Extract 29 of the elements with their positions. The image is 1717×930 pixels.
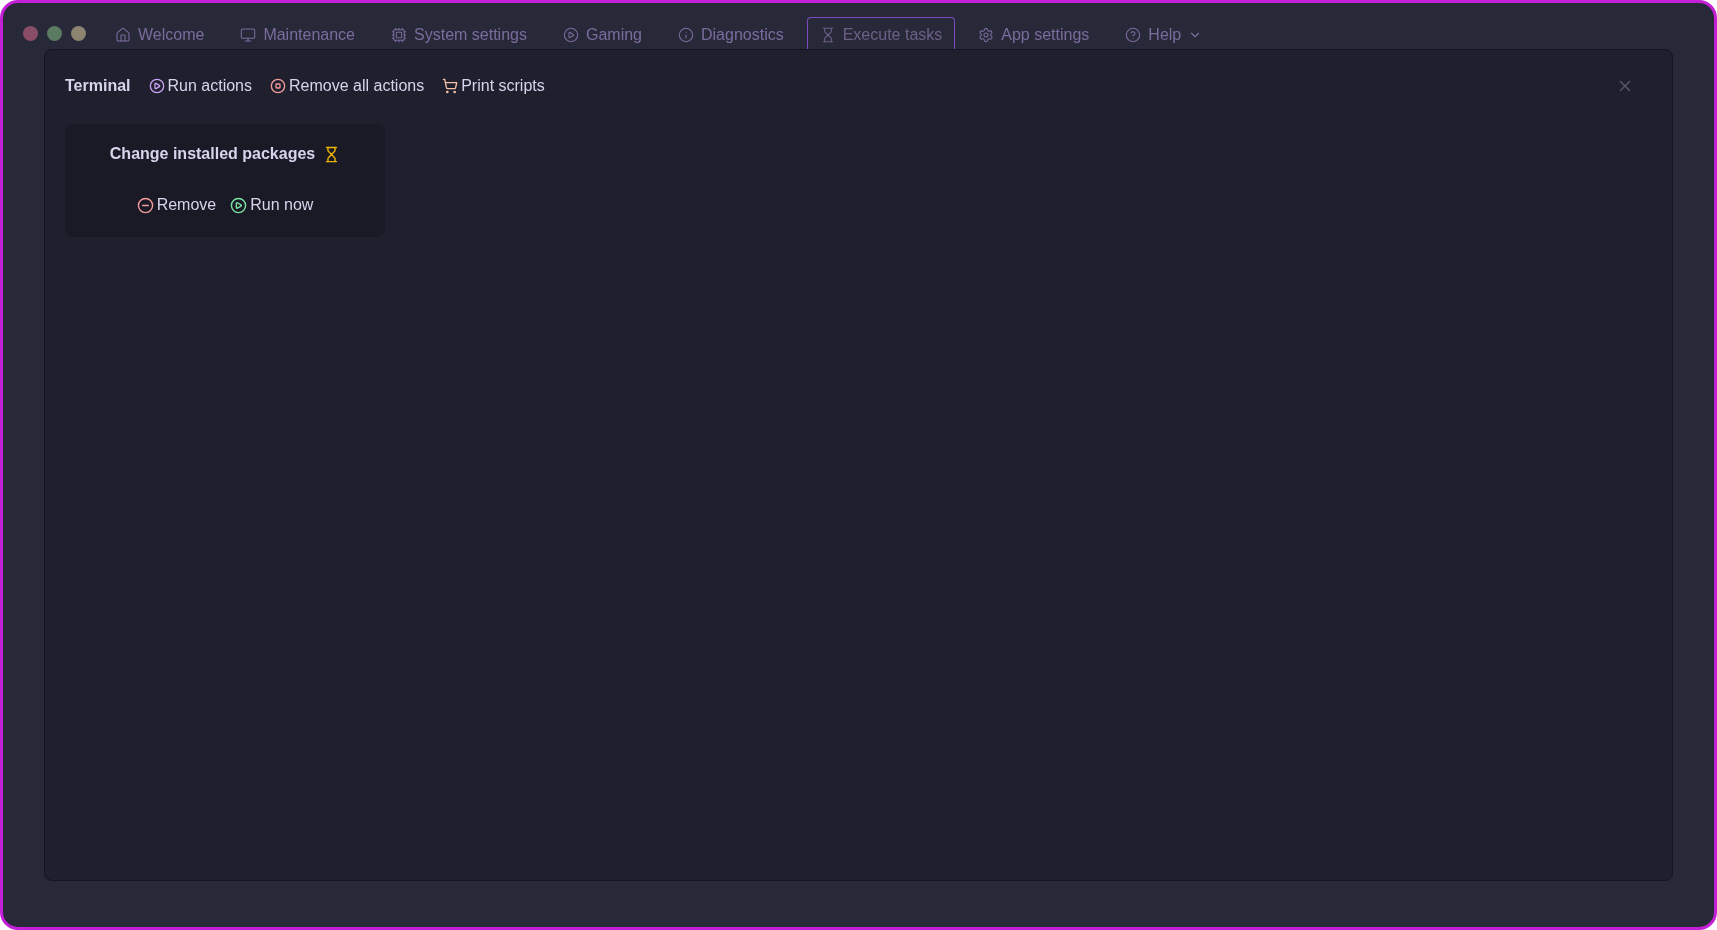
house-icon [115, 26, 131, 43]
minus-icon [136, 196, 154, 214]
task-action-button[interactable]: Remove [136, 193, 217, 217]
chip-icon [391, 26, 407, 43]
nav-tab[interactable]: Diagnostics [665, 17, 797, 51]
play-icon [230, 196, 248, 214]
close-window-button[interactable] [23, 25, 38, 41]
info-icon [678, 26, 694, 43]
nav-tab[interactable]: Gaming [549, 17, 655, 51]
task-action-button[interactable]: Run now [230, 193, 314, 217]
minimize-window-button[interactable] [47, 25, 62, 41]
nav-tab[interactable]: Welcome [102, 17, 218, 51]
nav-tab[interactable]: System settings [378, 17, 540, 51]
dialog-title: Terminal [65, 76, 131, 96]
settings-icon [978, 26, 995, 43]
toolbar-button[interactable]: Run actions [148, 74, 252, 98]
cart-icon [442, 78, 459, 94]
nav-tab[interactable]: Help [1112, 17, 1216, 51]
stop-icon [270, 78, 286, 94]
monitor-icon [240, 26, 257, 43]
play-icon [562, 26, 579, 43]
play-icon [148, 78, 165, 94]
toolbar-button[interactable]: Remove all actions [270, 74, 425, 98]
toolbar-button[interactable]: Print scripts [442, 74, 545, 98]
task-title: Change installed packages [109, 144, 316, 164]
maximize-window-button[interactable] [71, 25, 86, 41]
help-icon [1125, 26, 1142, 43]
nav-tab[interactable]: App settings [965, 17, 1103, 51]
nav-tab[interactable]: Maintenance [227, 17, 368, 51]
